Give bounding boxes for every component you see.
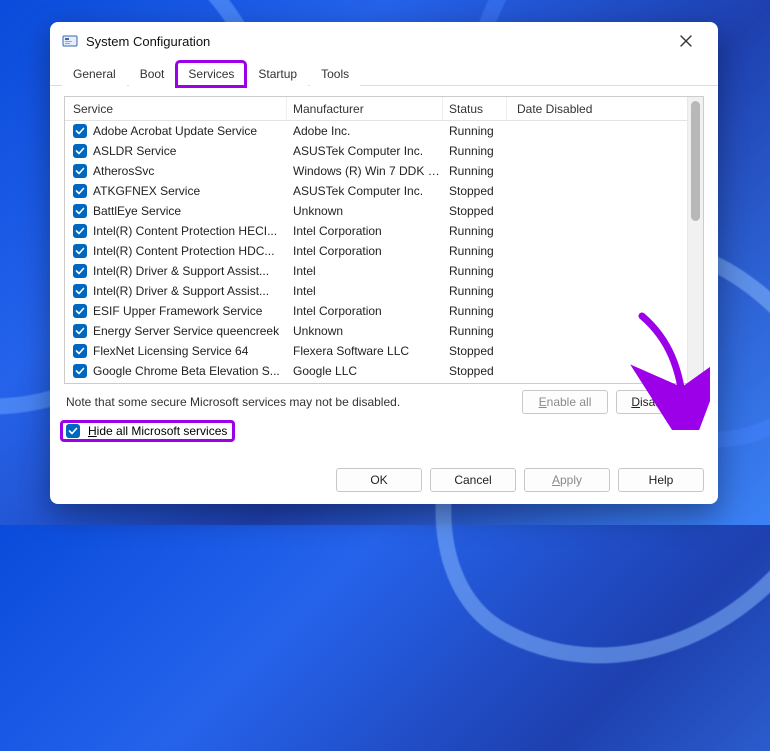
hide-microsoft-services-checkbox[interactable]: Hide all Microsoft services (62, 422, 233, 440)
service-status: Running (443, 144, 507, 158)
service-name: ASLDR Service (93, 144, 176, 158)
row-checkbox[interactable] (73, 264, 87, 278)
col-date-disabled[interactable]: Date Disabled (507, 97, 657, 120)
service-row[interactable]: FlexNet Licensing Service 64 Flexera Soft… (65, 341, 687, 361)
service-row[interactable]: Adobe Acrobat Update Service Adobe Inc.Ru… (65, 121, 687, 141)
row-checkbox[interactable] (73, 304, 87, 318)
row-checkbox[interactable] (73, 224, 87, 238)
service-name: AtherosSvc (93, 164, 154, 178)
service-name: Intel(R) Driver & Support Assist... (93, 284, 269, 298)
service-row[interactable]: AtherosSvc Windows (R) Win 7 DDK p...Runn… (65, 161, 687, 181)
service-manufacturer: Intel (287, 264, 443, 278)
hide-microsoft-services-label: Hide all Microsoft services (88, 424, 227, 438)
row-checkbox[interactable] (73, 344, 87, 358)
service-status: Stopped (443, 364, 507, 378)
service-row[interactable]: Intel(R) Driver & Support Assist... Intel… (65, 281, 687, 301)
service-manufacturer: Intel Corporation (287, 224, 443, 238)
row-checkbox[interactable] (73, 144, 87, 158)
service-status: Running (443, 164, 507, 178)
vertical-scrollbar[interactable] (687, 97, 703, 383)
row-checkbox[interactable] (73, 284, 87, 298)
service-status: Stopped (443, 184, 507, 198)
service-status: Stopped (443, 204, 507, 218)
service-row[interactable]: ASLDR Service ASUSTek Computer Inc.Runnin… (65, 141, 687, 161)
checkbox-icon (66, 424, 80, 438)
disable-all-button[interactable]: Disable all (616, 390, 702, 414)
apply-button[interactable]: Apply (524, 468, 610, 492)
tab-startup[interactable]: Startup (247, 62, 308, 86)
app-icon (62, 33, 78, 49)
secure-services-note: Note that some secure Microsoft services… (66, 395, 400, 409)
service-row[interactable]: ATKGFNEX Service ASUSTek Computer Inc.Sto… (65, 181, 687, 201)
ok-button[interactable]: OK (336, 468, 422, 492)
service-name: Intel(R) Driver & Support Assist... (93, 264, 269, 278)
titlebar: System Configuration (50, 22, 718, 60)
service-name: Adobe Acrobat Update Service (93, 124, 257, 138)
help-button[interactable]: Help (618, 468, 704, 492)
service-name: Energy Server Service queencreek (93, 324, 279, 338)
scrollbar-thumb[interactable] (691, 101, 700, 221)
service-name: FlexNet Licensing Service 64 (93, 344, 248, 358)
service-manufacturer: Unknown (287, 204, 443, 218)
row-checkbox[interactable] (73, 124, 87, 138)
service-manufacturer: Google LLC (287, 364, 443, 378)
column-headers: Service Manufacturer Status Date Disable… (65, 97, 687, 121)
col-manufacturer[interactable]: Manufacturer (287, 97, 443, 120)
service-status: Running (443, 324, 507, 338)
note-row: Note that some secure Microsoft services… (64, 384, 704, 416)
service-manufacturer: ASUSTek Computer Inc. (287, 144, 443, 158)
service-row[interactable]: ESIF Upper Framework Service Intel Corpor… (65, 301, 687, 321)
tab-services[interactable]: Services (177, 62, 245, 86)
service-row[interactable]: Intel(R) Content Protection HDC... Intel … (65, 241, 687, 261)
service-status: Running (443, 284, 507, 298)
service-manufacturer: Adobe Inc. (287, 124, 443, 138)
row-checkbox[interactable] (73, 204, 87, 218)
row-checkbox[interactable] (73, 184, 87, 198)
service-status: Running (443, 124, 507, 138)
row-checkbox[interactable] (73, 324, 87, 338)
service-name: ATKGFNEX Service (93, 184, 200, 198)
service-manufacturer: Unknown (287, 324, 443, 338)
service-name: BattlEye Service (93, 204, 181, 218)
service-status: Stopped (443, 344, 507, 358)
service-name: ESIF Upper Framework Service (93, 304, 262, 318)
services-grid: Service Manufacturer Status Date Disable… (64, 96, 704, 384)
row-checkbox[interactable] (73, 164, 87, 178)
service-manufacturer: Windows (R) Win 7 DDK p... (287, 164, 443, 178)
tab-strip: GeneralBootServicesStartupTools (50, 60, 718, 86)
tab-boot[interactable]: Boot (129, 62, 176, 86)
cancel-button[interactable]: Cancel (430, 468, 516, 492)
service-row[interactable]: BattlEye Service UnknownStopped (65, 201, 687, 221)
col-service[interactable]: Service (65, 97, 287, 120)
row-checkbox[interactable] (73, 364, 87, 378)
service-manufacturer: Flexera Software LLC (287, 344, 443, 358)
service-row[interactable]: Intel(R) Content Protection HECI... Intel… (65, 221, 687, 241)
row-checkbox[interactable] (73, 244, 87, 258)
service-name: Intel(R) Content Protection HDC... (93, 244, 274, 258)
service-row[interactable]: Intel(R) Driver & Support Assist... Intel… (65, 261, 687, 281)
service-manufacturer: Intel Corporation (287, 304, 443, 318)
service-name: Intel(R) Content Protection HECI... (93, 224, 277, 238)
system-configuration-window: System Configuration GeneralBootServices… (50, 22, 718, 504)
enable-all-button[interactable]: Enable all (522, 390, 608, 414)
tab-general[interactable]: General (62, 62, 127, 86)
tab-tools[interactable]: Tools (310, 62, 360, 86)
service-row[interactable]: Google Chrome Beta Elevation S... Google … (65, 361, 687, 381)
window-title: System Configuration (86, 34, 210, 49)
service-manufacturer: Intel Corporation (287, 244, 443, 258)
service-manufacturer: ASUSTek Computer Inc. (287, 184, 443, 198)
service-status: Running (443, 244, 507, 258)
service-status: Running (443, 304, 507, 318)
service-manufacturer: Intel (287, 284, 443, 298)
service-status: Running (443, 264, 507, 278)
close-button[interactable] (666, 26, 706, 56)
service-row[interactable]: Energy Server Service queencreek UnknownR… (65, 321, 687, 341)
dialog-buttons: OK Cancel Apply Help (50, 460, 718, 504)
service-rows: Adobe Acrobat Update ServiceAdobe Inc.Ru… (65, 121, 687, 381)
service-status: Running (443, 224, 507, 238)
col-status[interactable]: Status (443, 97, 507, 120)
service-name: Google Chrome Beta Elevation S... (93, 364, 280, 378)
